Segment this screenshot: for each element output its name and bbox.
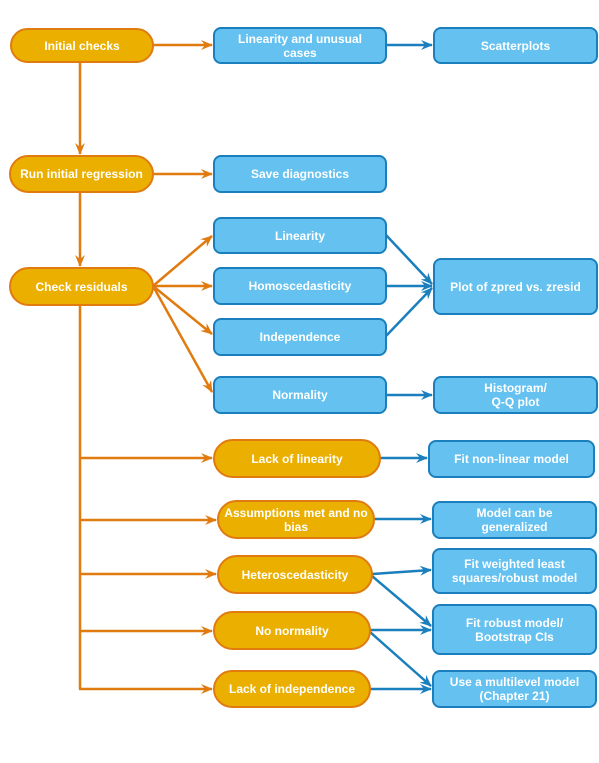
edge-check-to-linearity (152, 235, 213, 287)
node-fit-non-linear-model: Fit non-linear model (428, 440, 595, 478)
node-fit-weighted-least-squares: Fit weighted least squares/robust model (432, 548, 597, 594)
edge-hetero-to-robust (371, 575, 432, 627)
node-run-initial-regression: Run initial regression (9, 155, 154, 193)
node-lack-of-linearity: Lack of linearity (213, 439, 381, 478)
node-multilevel-model: Use a multilevel model (Chapter 21) (432, 670, 597, 708)
node-plot-zpred-zresid: Plot of zpred vs. zresid (433, 258, 598, 315)
node-no-normality: No normality (213, 611, 371, 650)
node-heteroscedasticity: Heteroscedasticity (217, 555, 373, 594)
node-initial-checks: Initial checks (10, 28, 154, 63)
edge-check-to-independence (152, 285, 213, 335)
node-linearity-unusual-cases: Linearity and unusual cases (213, 27, 387, 64)
node-homoscedasticity: Homoscedasticity (213, 267, 387, 305)
edge-check-to-normality (151, 285, 214, 393)
node-model-can-be-generalized: Model can be generalized (432, 501, 597, 539)
edge-no-normality-to-multilevel (369, 631, 432, 687)
node-normality: Normality (213, 376, 387, 414)
node-fit-robust-bootstrap: Fit robust model/ Bootstrap CIs (432, 604, 597, 655)
edge-linearity-to-plot (385, 234, 433, 285)
node-scatterplots: Scatterplots (433, 27, 598, 64)
node-linearity: Linearity (213, 217, 387, 254)
node-independence: Independence (213, 318, 387, 356)
node-lack-of-independence: Lack of independence (213, 670, 371, 708)
edge-independence-to-plot (385, 287, 433, 337)
edge-hetero-to-weighted (371, 565, 432, 576)
node-assumptions-met: Assumptions met and no bias (217, 500, 375, 539)
node-check-residuals: Check residuals (9, 267, 154, 306)
node-save-diagnostics: Save diagnostics (213, 155, 387, 193)
node-histogram-qq-plot: Histogram/ Q-Q plot (433, 376, 598, 414)
